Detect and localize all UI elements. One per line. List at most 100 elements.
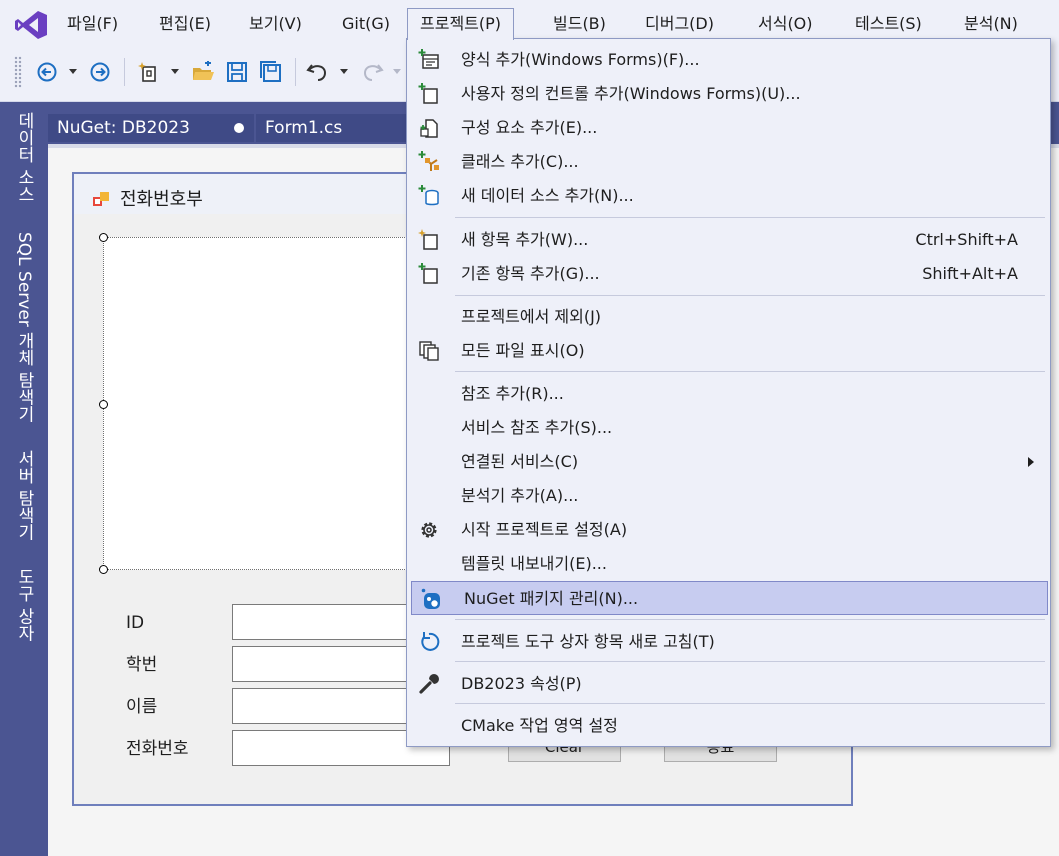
menu-item-label: 모든 파일 표시(O) bbox=[461, 341, 585, 360]
menu-project[interactable]: 프로젝트(P) bbox=[407, 8, 515, 40]
show-all-files-icon bbox=[417, 340, 441, 362]
menu-item-export-template[interactable]: 템플릿 내보내기(E)... bbox=[409, 547, 1048, 581]
visual-studio-logo-icon bbox=[15, 11, 47, 39]
new-item-icon bbox=[417, 229, 441, 251]
label-student-number: 학번 bbox=[126, 655, 158, 675]
refresh-icon bbox=[417, 631, 441, 653]
listbox-control[interactable] bbox=[103, 237, 443, 570]
menu-item-add-form[interactable]: 양식 추가(Windows Forms)(F)... bbox=[409, 43, 1048, 77]
menu-item-project-properties[interactable]: DB2023 속성(P) bbox=[409, 667, 1048, 701]
menu-item-label: 서비스 참조 추가(S)... bbox=[461, 418, 613, 437]
undo-icon[interactable] bbox=[304, 58, 332, 86]
menu-item-label: 클래스 추가(C)... bbox=[461, 152, 579, 171]
menu-item-label: 템플릿 내보내기(E)... bbox=[461, 554, 607, 573]
form-window-icon bbox=[93, 192, 109, 206]
add-form-icon bbox=[417, 49, 441, 71]
menu-item-label: 연결된 서비스(C) bbox=[461, 452, 579, 471]
menu-item-connected-services[interactable]: 연결된 서비스(C) bbox=[409, 445, 1048, 479]
gear-icon bbox=[417, 519, 441, 541]
add-class-icon bbox=[417, 151, 441, 173]
toolbar-separator bbox=[124, 58, 125, 86]
new-project-dropdown-icon[interactable] bbox=[167, 58, 183, 86]
menu-test[interactable]: 테스트(S) bbox=[855, 12, 922, 38]
menu-item-label: 양식 추가(Windows Forms)(F)... bbox=[461, 50, 700, 69]
server-explorer-tab[interactable]: 서버 탐색기 bbox=[10, 450, 38, 540]
menu-format[interactable]: 서식(O) bbox=[758, 12, 813, 38]
menu-item-label: CMake 작업 영역 설정 bbox=[461, 716, 618, 735]
forward-icon[interactable] bbox=[86, 58, 114, 86]
tab-nuget-db2023[interactable]: NuGet: DB2023 bbox=[48, 114, 254, 142]
menu-separator bbox=[455, 703, 1045, 704]
back-icon[interactable] bbox=[34, 58, 60, 86]
menu-item-add-component[interactable]: 구성 요소 추가(E)... bbox=[409, 111, 1048, 145]
menu-item-add-data-source[interactable]: 새 데이터 소스 추가(N)... bbox=[409, 179, 1048, 213]
menu-item-show-all-files[interactable]: 모든 파일 표시(O) bbox=[409, 334, 1048, 368]
menu-item-add-analyzer[interactable]: 분석기 추가(A)... bbox=[409, 479, 1048, 513]
submenu-arrow-icon bbox=[1028, 457, 1034, 467]
save-all-icon[interactable] bbox=[256, 58, 286, 86]
menu-item-label: 기존 항목 추가(G)... bbox=[461, 264, 600, 283]
menu-item-add-class[interactable]: 클래스 추가(C)... bbox=[409, 145, 1048, 179]
menu-item-exclude-from-project[interactable]: 프로젝트에서 제외(J) bbox=[409, 300, 1048, 334]
add-user-control-icon bbox=[417, 83, 441, 105]
resize-handle[interactable] bbox=[99, 233, 108, 242]
menu-item-add-user-control[interactable]: 사용자 정의 컨트롤 추가(Windows Forms)(U)... bbox=[409, 77, 1048, 111]
sql-server-object-explorer-tab[interactable]: SQL Server 개체 탐색기 bbox=[10, 232, 38, 423]
nuget-icon bbox=[420, 588, 444, 610]
unsaved-dot-icon bbox=[234, 123, 244, 133]
redo-dropdown-icon[interactable] bbox=[390, 58, 404, 86]
menu-item-manage-nuget-packages[interactable]: NuGet 패키지 관리(N)... bbox=[411, 581, 1048, 615]
menu-item-existing-item[interactable]: 기존 항목 추가(G)... Shift+Alt+A bbox=[409, 257, 1048, 291]
menu-item-label: 새 데이터 소스 추가(N)... bbox=[461, 186, 634, 205]
toolbar-separator bbox=[295, 58, 296, 86]
menu-view[interactable]: 보기(V) bbox=[249, 12, 302, 38]
redo-icon[interactable] bbox=[358, 58, 386, 86]
label-name: 이름 bbox=[126, 697, 158, 717]
data-sources-tab[interactable]: 데이터 소스 bbox=[10, 112, 38, 202]
toolbar-grip[interactable] bbox=[14, 56, 22, 88]
menu-item-refresh-toolbox-items[interactable]: 프로젝트 도구 상자 항목 새로 고침(T) bbox=[409, 625, 1048, 659]
wrench-icon bbox=[417, 673, 441, 695]
menu-item-label: 프로젝트 도구 상자 항목 새로 고침(T) bbox=[461, 632, 715, 651]
back-dropdown-icon[interactable] bbox=[64, 58, 82, 86]
tab-label: NuGet: DB2023 bbox=[57, 118, 190, 138]
form-title: 전화번호부 bbox=[120, 189, 203, 210]
menu-analyze[interactable]: 분석(N) bbox=[964, 12, 1018, 38]
menu-item-label: 사용자 정의 컨트롤 추가(Windows Forms)(U)... bbox=[461, 84, 801, 103]
menu-item-add-service-reference[interactable]: 서비스 참조 추가(S)... bbox=[409, 411, 1048, 445]
menu-item-new-item[interactable]: 새 항목 추가(W)... Ctrl+Shift+A bbox=[409, 223, 1048, 257]
new-project-icon[interactable] bbox=[135, 58, 165, 86]
menu-item-label: DB2023 속성(P) bbox=[461, 674, 582, 693]
menu-item-label: NuGet 패키지 관리(N)... bbox=[464, 589, 639, 608]
existing-item-icon bbox=[417, 263, 441, 285]
open-folder-icon[interactable] bbox=[189, 58, 217, 86]
label-id: ID bbox=[126, 613, 145, 633]
undo-dropdown-icon[interactable] bbox=[336, 58, 352, 86]
menu-item-set-startup-project[interactable]: 시작 프로젝트로 설정(A) bbox=[409, 513, 1048, 547]
menu-separator bbox=[455, 619, 1045, 620]
resize-handle[interactable] bbox=[99, 400, 108, 409]
menu-separator bbox=[455, 217, 1045, 218]
shortcut-label: Shift+Alt+A bbox=[922, 264, 1018, 283]
menu-separator bbox=[455, 295, 1045, 296]
menu-item-label: 구성 요소 추가(E)... bbox=[461, 118, 598, 137]
menu-item-add-reference[interactable]: 참조 추가(R)... bbox=[409, 377, 1048, 411]
menu-debug[interactable]: 디버그(D) bbox=[645, 12, 714, 38]
menu-edit[interactable]: 편집(E) bbox=[159, 12, 211, 38]
menu-item-label: 프로젝트에서 제외(J) bbox=[461, 307, 602, 326]
menu-separator bbox=[455, 661, 1045, 662]
menu-git[interactable]: Git(G) bbox=[342, 12, 390, 38]
menu-item-label: 새 항목 추가(W)... bbox=[461, 230, 589, 249]
resize-handle[interactable] bbox=[99, 565, 108, 574]
menu-item-cmake-workspace-settings[interactable]: CMake 작업 영역 설정 bbox=[409, 709, 1048, 743]
toolbox-tab[interactable]: 도구 상자 bbox=[10, 568, 38, 641]
menu-item-label: 시작 프로젝트로 설정(A) bbox=[461, 520, 628, 539]
menu-item-label: 분석기 추가(A)... bbox=[461, 486, 579, 505]
menu-separator bbox=[455, 371, 1045, 372]
menu-file[interactable]: 파일(F) bbox=[67, 12, 118, 38]
tab-label: Form1.cs bbox=[265, 118, 343, 138]
label-phone: 전화번호 bbox=[126, 739, 189, 759]
menu-build[interactable]: 빌드(B) bbox=[553, 12, 606, 38]
shortcut-label: Ctrl+Shift+A bbox=[915, 230, 1018, 249]
save-icon[interactable] bbox=[223, 58, 251, 86]
